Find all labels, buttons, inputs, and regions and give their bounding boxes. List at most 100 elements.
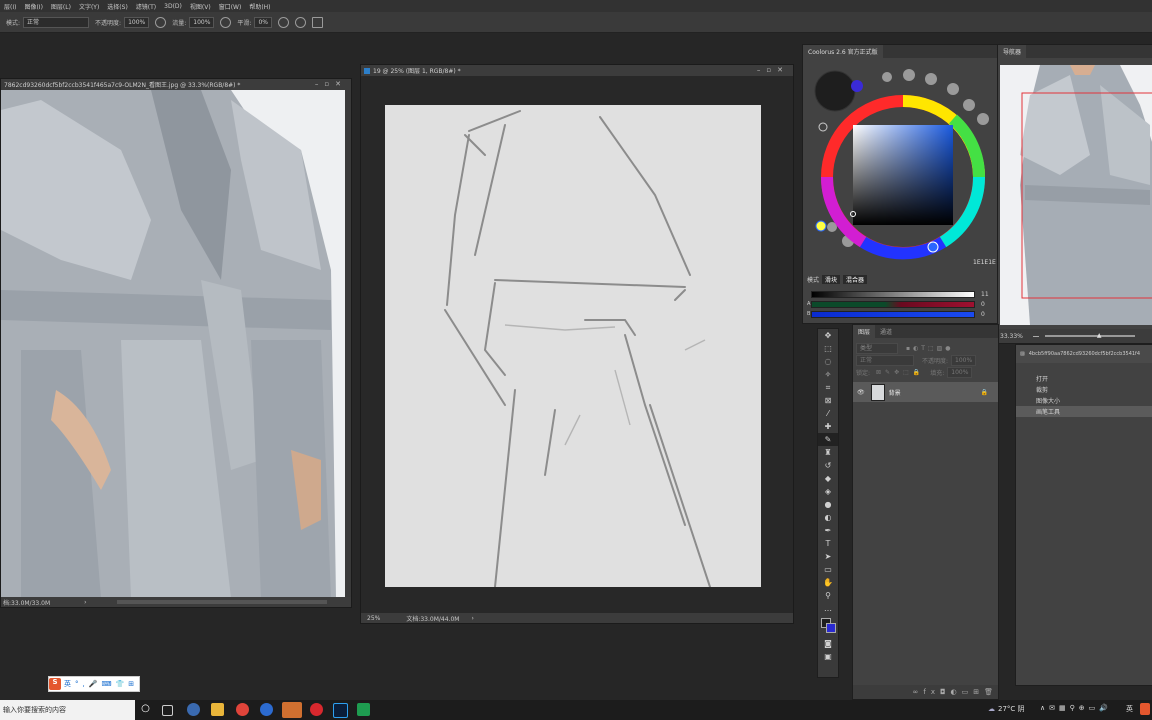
history-item-active[interactable]: 画笔工具 — [1016, 406, 1152, 417]
layers-tab[interactable]: 图层 — [853, 325, 876, 338]
sogou-tray-icon[interactable] — [1140, 703, 1150, 715]
gear-icon[interactable] — [277, 16, 289, 28]
bucket-icon[interactable]: ◈ — [818, 485, 838, 498]
navigator-thumbnail[interactable] — [1000, 65, 1152, 325]
layer-kind-select[interactable]: 类型 — [856, 342, 898, 354]
rectangle-tool-icon[interactable]: ▭ — [818, 563, 838, 576]
fill-field[interactable]: 100% — [947, 366, 973, 378]
type-tool-icon[interactable]: T — [818, 537, 838, 550]
horizontal-scrollbar[interactable] — [116, 600, 327, 604]
ime-tool-icons[interactable]: °,🎤⌨👕⊞ — [75, 680, 138, 688]
stamp-tool-icon[interactable]: ♜ — [818, 446, 838, 459]
navigator-zoom[interactable]: 33.33% — [1000, 333, 1023, 340]
zoom-out-icon[interactable] — [1032, 335, 1039, 337]
drawing-canvas[interactable] — [385, 105, 761, 588]
menu-item[interactable]: 视图(V) — [190, 2, 211, 11]
slider-value[interactable]: 0 — [981, 301, 985, 308]
slider-b[interactable] — [811, 310, 975, 318]
history-item[interactable]: 裁剪 — [1016, 384, 1152, 395]
blur-tool-icon[interactable]: ● — [818, 498, 838, 511]
brush-tool-icon[interactable]: ✎ — [818, 433, 838, 446]
opacity-field[interactable]: 100% — [124, 16, 150, 28]
menu-item[interactable]: 图层(L) — [51, 2, 71, 11]
slider-tab[interactable]: 滑块 — [822, 275, 841, 284]
menu-item[interactable]: 窗口(W) — [219, 2, 242, 11]
menu-item[interactable]: 选择(S) — [107, 2, 128, 11]
visibility-eye-icon[interactable]: 👁 — [857, 389, 865, 396]
menu-item[interactable]: 层(I) — [4, 2, 16, 11]
task-view-icon[interactable] — [162, 705, 173, 716]
input-language[interactable]: 英 — [1126, 704, 1133, 714]
zoom-slider-thumb[interactable]: ▲ — [1097, 332, 1102, 339]
pressure-opacity-icon[interactable] — [155, 16, 167, 28]
layer-opacity-field[interactable]: 100% — [951, 354, 977, 366]
hand-tool-icon[interactable]: ✋ — [818, 576, 838, 589]
more-tools-icon[interactable]: … — [818, 602, 838, 615]
zoom-level[interactable]: 25% — [361, 615, 380, 622]
eyedropper-icon[interactable]: ⁄ — [818, 407, 838, 420]
frame-tool-icon[interactable]: ⊠ — [818, 394, 838, 407]
chrome-icon[interactable] — [236, 703, 249, 716]
quick-mask-icon[interactable]: ◙ — [818, 637, 838, 650]
status-arrow-icon[interactable]: › — [84, 599, 86, 606]
background-color[interactable] — [826, 623, 836, 633]
layer-filter-icons[interactable]: ▪◐T⬚▨● — [906, 345, 954, 352]
menu-item[interactable]: 3D(D) — [164, 3, 182, 10]
weather-widget[interactable]: ☁ 27°C 阴 — [988, 704, 1025, 714]
path-select-icon[interactable]: ➤ — [818, 550, 838, 563]
explorer-icon[interactable] — [211, 703, 224, 716]
healing-brush-icon[interactable]: ✚ — [818, 420, 838, 433]
active-app-icon[interactable] — [282, 702, 302, 718]
tray-icons[interactable]: ∧✉▦⚲⊕▭🔊 — [1040, 704, 1112, 712]
symmetry-icon[interactable] — [311, 16, 323, 28]
history-item[interactable]: 图像大小 — [1016, 395, 1152, 406]
lasso-tool-icon[interactable]: ◌ — [818, 355, 838, 368]
zoom-slider[interactable]: ▲ — [1044, 332, 1135, 339]
eraser-icon[interactable]: ◆ — [818, 472, 838, 485]
slider-value[interactable]: 11 — [981, 291, 989, 298]
history-snapshot[interactable]: ▨ 4bcb5ff90aa7862cd93260dcf5bf2ccb3541f4 — [1016, 345, 1152, 363]
ime-lang[interactable]: 英 — [64, 679, 71, 689]
blend-mode-select[interactable]: 正常 — [856, 354, 914, 366]
zoom-tool-icon[interactable]: ⚲ — [818, 589, 838, 602]
slider-g[interactable] — [811, 300, 975, 308]
coolorus-tab[interactable]: Coolorus 2.6 官方正式版 — [803, 45, 883, 58]
pressure-size-icon[interactable] — [294, 16, 306, 28]
hex-value[interactable]: 1E1E1E — [973, 259, 996, 266]
history-item[interactable]: 打开 — [1016, 373, 1152, 384]
color-swatches[interactable] — [818, 615, 838, 637]
ime-toolbar[interactable]: S 英 °,🎤⌨👕⊞ — [48, 676, 140, 692]
window-controls[interactable]: –▫✕ — [315, 80, 347, 88]
menu-item[interactable]: 文字(Y) — [79, 2, 99, 11]
app-icon[interactable] — [260, 703, 273, 716]
lock-icons[interactable]: ⊠✎✥⬚🔒 — [876, 369, 924, 376]
history-brush-icon[interactable]: ↺ — [818, 459, 838, 472]
taskbar-search[interactable]: 输入你要搜索的内容 — [0, 700, 135, 720]
move-tool-icon[interactable]: ✥ — [818, 329, 838, 342]
mode-tab[interactable]: 模式 — [807, 275, 819, 284]
menu-item[interactable]: 滤镜(T) — [136, 2, 156, 11]
mode-select[interactable]: 正常 — [23, 16, 90, 28]
layers-footer-buttons[interactable]: ∞fx◘◐▭⊞🗑 — [853, 685, 998, 699]
color-wheel-area[interactable] — [803, 59, 997, 281]
menu-item[interactable]: 帮助(H) — [249, 2, 270, 11]
menu-item[interactable]: 图像(I) — [24, 2, 42, 11]
cortana-icon[interactable]: ○ — [139, 703, 152, 716]
navigator-tab[interactable]: 导航器 — [998, 45, 1027, 58]
edge-icon[interactable] — [187, 703, 200, 716]
magic-wand-icon[interactable]: ✧ — [818, 368, 838, 381]
slider-r[interactable] — [811, 290, 975, 298]
layer-row-background[interactable]: 👁 背景 🔒 — [853, 382, 998, 402]
channels-tab[interactable]: 通道 — [875, 325, 898, 338]
dodge-tool-icon[interactable]: ◐ — [818, 511, 838, 524]
screen-mode-icon[interactable]: ▣ — [818, 650, 838, 663]
status-arrow-icon[interactable]: › — [471, 615, 473, 622]
netease-music-icon[interactable] — [310, 703, 323, 716]
vertical-scrollbar[interactable] — [345, 90, 351, 598]
airbrush-icon[interactable] — [220, 16, 232, 28]
marquee-tool-icon[interactable]: ⬚ — [818, 342, 838, 355]
window-controls[interactable]: –▫✕ — [757, 66, 789, 74]
layer-name[interactable]: 背景 — [889, 388, 901, 397]
slider-value[interactable]: 0 — [981, 311, 985, 318]
mixer-tab[interactable]: 混合器 — [843, 275, 868, 284]
